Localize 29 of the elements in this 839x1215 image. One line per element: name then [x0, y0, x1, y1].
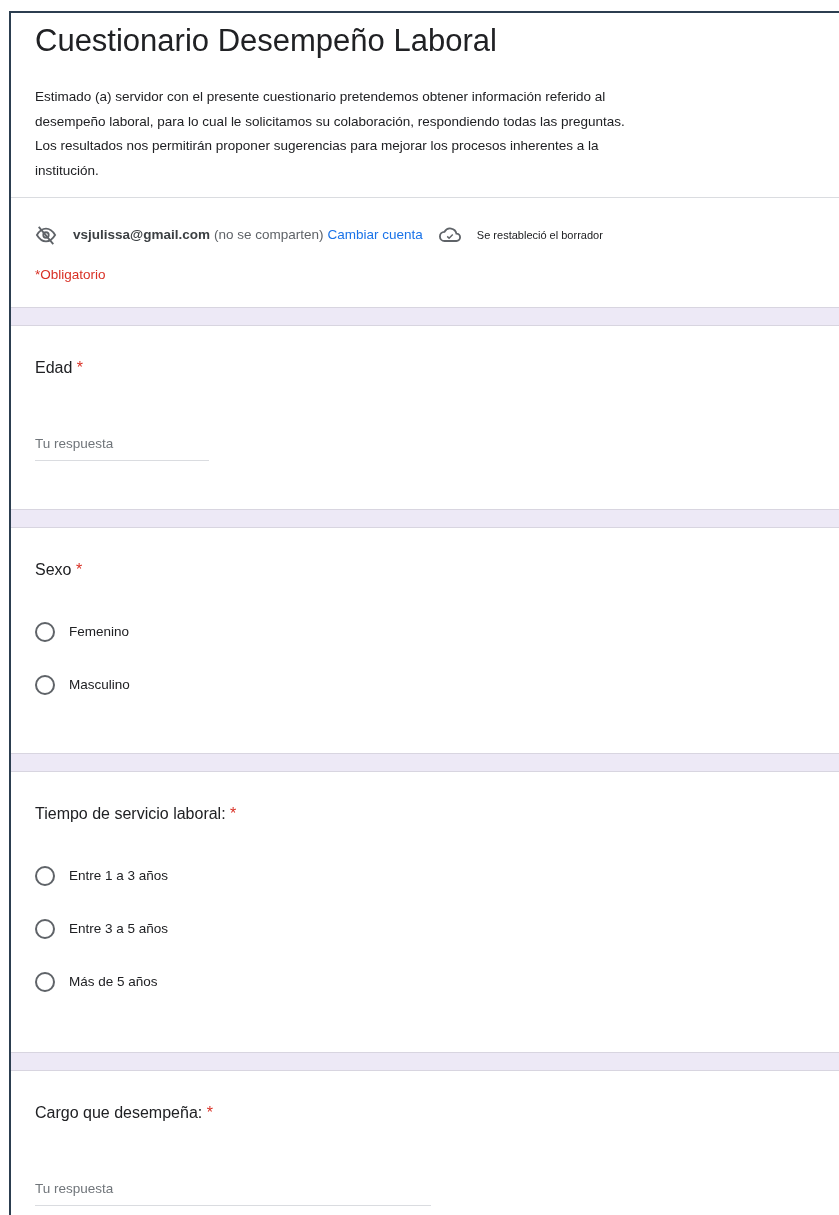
draft-status: Se restableció el borrador	[476, 227, 603, 243]
option-label: Más de 5 años	[69, 972, 158, 991]
form-title: Cuestionario Desempeño Laboral	[35, 22, 498, 60]
account-email: vsjulissa@gmail.com	[73, 225, 210, 244]
radio-button[interactable]	[35, 972, 55, 993]
radio-button[interactable]	[35, 919, 55, 940]
cloud-check-icon	[438, 226, 461, 243]
privacy-note: (no se comparten)	[214, 225, 324, 244]
required-asterisk: *	[76, 358, 84, 376]
required-asterisk: *	[206, 1103, 213, 1121]
option-label: Masculino	[69, 675, 130, 694]
form-description: Estimado (a) servidor con el presente cuestionario pretendemos obtener información referido al desempeño laboral, para lo cual le solicitamos su colaboración, respondiendo todas las preguntas. Los resultados nos permitirán proponer sugerencias para mejorar los procesos inherentes a la institución.	[35, 88, 626, 180]
question-label: Edad *	[35, 357, 85, 378]
question-label: Tiempo de servicio laboral: *	[35, 803, 238, 824]
radio-button[interactable]	[35, 622, 55, 643]
answer-field[interactable]: Tu respuesta	[35, 1174, 431, 1206]
question-label: Cargo que desempeña: *	[35, 1102, 214, 1123]
radio-button[interactable]	[35, 866, 55, 887]
option-label: Entre 1 a 3 años	[69, 866, 169, 885]
switch-account-link[interactable]: Cambiar cuenta	[327, 224, 423, 245]
answer-field[interactable]: Tu respuesta	[35, 429, 209, 461]
question-label: Sexo *	[35, 559, 84, 580]
required-asterisk: *	[230, 804, 237, 822]
option-label: Entre 3 a 5 años	[69, 919, 169, 938]
required-asterisk: *	[75, 560, 83, 578]
required-note: *Obligatorio	[35, 266, 107, 285]
option-label: Femenino	[69, 622, 130, 641]
radio-button[interactable]	[35, 675, 55, 696]
hidden-icon	[35, 224, 57, 245]
